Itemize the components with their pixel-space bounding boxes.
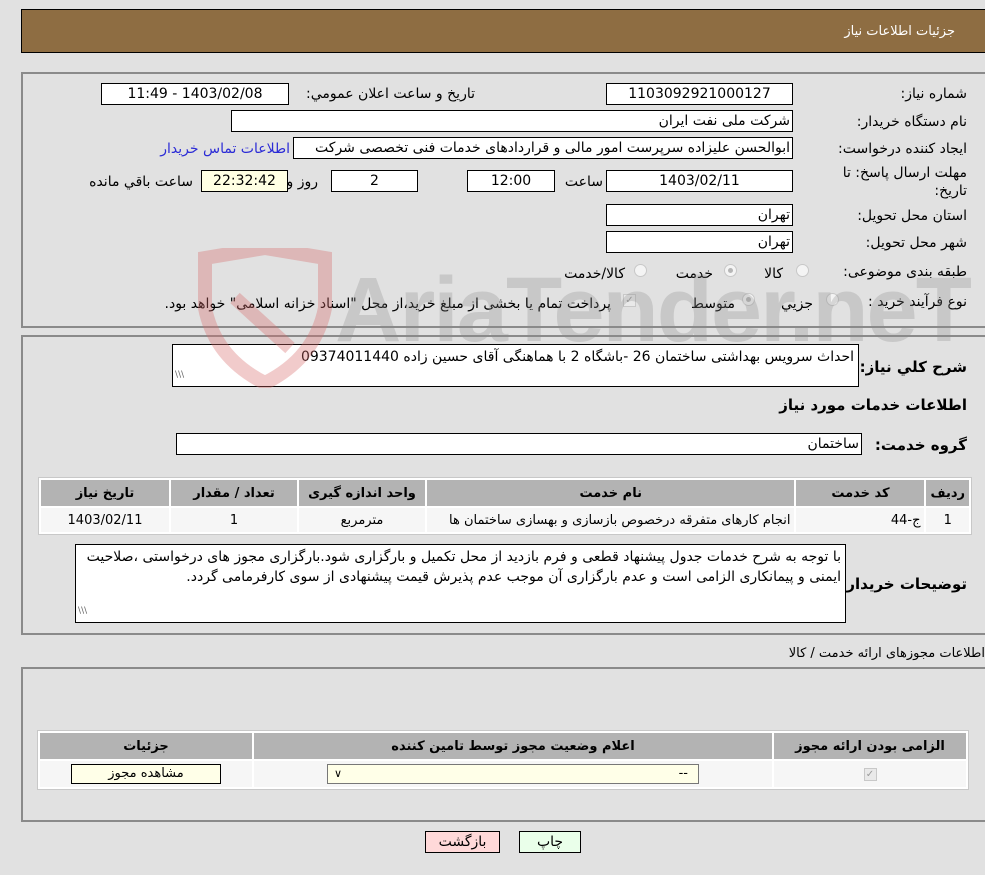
- cell-row-number: 1: [926, 508, 969, 532]
- col-row-number: ردیف: [926, 480, 969, 506]
- col-quantity: تعداد / مقدار: [171, 480, 297, 506]
- cell-quantity: 1: [171, 508, 297, 532]
- cell-service-code: ج-44: [796, 508, 925, 532]
- remaining-time-label: ساعت باقي مانده: [89, 174, 193, 190]
- treasury-note: پرداخت تمام یا بخشی از مبلغ خرید،از محل …: [164, 296, 611, 312]
- category-option-goods-service: کالا/خدمت: [564, 266, 625, 282]
- permit-status-select[interactable]: -- ∨: [327, 764, 699, 784]
- need-summary-text: احداث سرویس بهداشتی ساختمان 26 -باشگاه 2…: [300, 349, 854, 365]
- city-field: تهران: [606, 231, 793, 253]
- deadline-date-field: 1403/02/11: [606, 170, 793, 192]
- service-group-label: گروه خدمت:: [874, 436, 967, 454]
- deadline-label-line1: مهلت ارسال پاسخ: تا: [842, 165, 967, 181]
- buyer-org-field: شرکت ملی نفت ایران: [231, 110, 793, 132]
- col-need-date: تاریخ نیاز: [41, 480, 169, 506]
- need-number-field: 1103092921000127: [606, 83, 793, 105]
- table-row: ✓ -- ∨ مشاهده مجوز: [40, 761, 966, 787]
- province-label: استان محل تحویل:: [857, 208, 967, 224]
- purchase-radio-minor[interactable]: [826, 293, 839, 306]
- purchase-option-minor: جزيي: [781, 296, 813, 312]
- col-service-name: نام خدمت: [427, 480, 795, 506]
- back-button[interactable]: بازگشت: [425, 831, 500, 853]
- need-summary-label: شرح کلي نیاز:: [859, 358, 967, 376]
- print-button[interactable]: چاپ: [519, 831, 581, 853]
- remaining-time-field: 22:32:42: [201, 170, 288, 192]
- need-summary-textarea[interactable]: احداث سرویس بهداشتی ساختمان 26 -باشگاه 2…: [172, 344, 859, 387]
- creator-field: ابوالحسن علیزاده سرپرست امور مالی و قرار…: [293, 137, 793, 159]
- buyer-contact-link[interactable]: اطلاعات تماس خریدار: [160, 141, 290, 157]
- col-permit-status: اعلام وضعیت مجوز توسط تامین کننده: [254, 733, 772, 759]
- buyer-notes-textarea[interactable]: با توجه به شرح خدمات جدول پیشنهاد قطعی و…: [75, 544, 846, 623]
- deadline-label-line2: تاریخ:: [934, 183, 967, 199]
- city-label: شهر محل تحویل:: [865, 235, 967, 251]
- days-remaining-field: 2: [331, 170, 418, 192]
- category-radio-goods-service[interactable]: [634, 264, 647, 277]
- resize-grip-icon[interactable]: ///: [78, 601, 87, 621]
- cell-permit-status: -- ∨: [254, 761, 772, 787]
- deadline-label: مهلت ارسال پاسخ: تا تاریخ:: [843, 164, 967, 200]
- announce-datetime-field: 1403/02/08 - 11:49: [101, 83, 289, 105]
- category-radio-goods[interactable]: [796, 264, 809, 277]
- permit-required-checkbox[interactable]: ✓: [863, 767, 877, 781]
- services-section-title: اطلاعات خدمات مورد نیاز: [779, 396, 967, 414]
- col-unit: واحد اندازه گیری: [299, 480, 425, 506]
- category-radio-service[interactable]: [724, 264, 737, 277]
- col-permit-details: جزئیات: [40, 733, 252, 759]
- buyer-notes-text: با توجه به شرح خدمات جدول پیشنهاد قطعی و…: [86, 549, 841, 585]
- days-label: روز و: [286, 174, 319, 190]
- permit-status-value: --: [678, 766, 688, 781]
- resize-grip-icon[interactable]: ///: [175, 365, 184, 385]
- permits-table: الزامی بودن ارائه مجوز اعلام وضعیت مجوز …: [37, 730, 969, 790]
- cell-unit: مترمربع: [299, 508, 425, 532]
- deadline-time-field: 12:00: [467, 170, 555, 192]
- buyer-notes-label: توضیحات خریدار:: [840, 575, 967, 593]
- need-number-label: شماره نیاز:: [900, 86, 968, 102]
- view-permit-button[interactable]: مشاهده مجوز: [71, 764, 221, 784]
- buyer-org-label: نام دستگاه خریدار:: [856, 114, 967, 130]
- services-table: ردیف کد خدمت نام خدمت واحد اندازه گیری ت…: [38, 477, 972, 535]
- purchase-type-label: نوع فرآیند خرید :: [868, 294, 967, 310]
- table-row: 1 ج-44 انجام کارهای متفرقه درخصوص بازساز…: [41, 508, 969, 532]
- cell-service-name: انجام کارهای متفرقه درخصوص بازسازی و بهس…: [427, 508, 795, 532]
- service-group-field: ساختمان: [176, 433, 862, 455]
- announce-label: تاریخ و ساعت اعلان عمومي:: [306, 86, 475, 102]
- cell-permit-required: ✓: [774, 761, 966, 787]
- category-label: طبقه بندی موضوعی:: [843, 264, 967, 280]
- services-table-header: ردیف کد خدمت نام خدمت واحد اندازه گیری ت…: [41, 480, 969, 506]
- cell-need-date: 1403/02/11: [41, 508, 169, 532]
- col-service-code: کد خدمت: [796, 480, 925, 506]
- col-permit-required: الزامی بودن ارائه مجوز: [774, 733, 966, 759]
- page-header: جزئیات اطلاعات نیاز: [21, 9, 985, 53]
- category-option-service: خدمت: [675, 266, 713, 282]
- permits-table-header: الزامی بودن ارائه مجوز اعلام وضعیت مجوز …: [40, 733, 966, 759]
- page-title: جزئیات اطلاعات نیاز: [844, 24, 955, 39]
- province-field: تهران: [606, 204, 793, 226]
- creator-label: ایجاد کننده درخواست:: [838, 141, 967, 157]
- cell-permit-details: مشاهده مجوز: [40, 761, 252, 787]
- purchase-option-medium: متوسط: [691, 296, 735, 312]
- category-option-goods: کالا: [764, 266, 783, 282]
- deadline-time-label: ساعت: [564, 174, 603, 190]
- permits-section-title: اطلاعات مجوزهای ارائه خدمت / کالا: [788, 646, 985, 661]
- purchase-radio-medium[interactable]: [742, 293, 755, 306]
- chevron-down-icon: ∨: [334, 767, 343, 780]
- treasury-checkbox[interactable]: ✓: [623, 294, 636, 307]
